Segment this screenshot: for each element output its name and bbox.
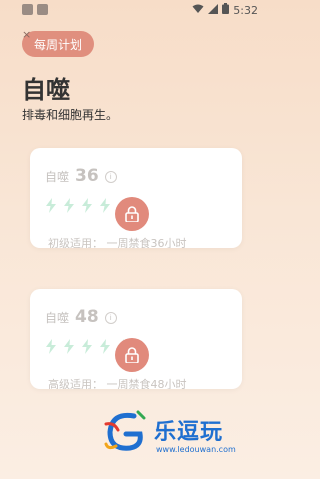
weekly-plan-button[interactable]: 每周计划 <box>22 31 95 57</box>
status-right: 5:32 <box>192 3 258 17</box>
plan-card-36[interactable]: 自噬 36 i 初级适用： 一周禁食36小时 <box>30 148 242 248</box>
status-time: 5:32 <box>233 3 258 17</box>
card-title: 自噬 48 i <box>45 307 117 327</box>
lightning-icon <box>100 339 110 354</box>
lock-icon[interactable] <box>115 338 149 372</box>
lightning-icon <box>64 339 74 354</box>
lightning-icon <box>100 198 110 213</box>
difficulty-bolts <box>45 198 111 213</box>
lightning-icon <box>46 339 56 354</box>
card-title: 自噬 36 i <box>45 166 117 186</box>
wifi-icon <box>192 4 204 17</box>
notification-icons <box>22 4 48 15</box>
watermark-logo-icon <box>104 410 146 451</box>
notification-icon <box>37 4 48 15</box>
card-hours: 36 <box>75 166 99 186</box>
card-hours: 48 <box>75 307 99 327</box>
page-subtitle: 排毒和细胞再生。 <box>22 108 119 122</box>
lightning-icon <box>82 198 92 213</box>
card-name: 自噬 <box>45 170 70 184</box>
notification-icon <box>22 4 33 15</box>
battery-icon <box>222 3 230 17</box>
plan-card-48[interactable]: 自噬 48 i 高级适用： 一周禁食48小时 <box>30 289 242 389</box>
watermark: 乐逗玩 www.ledouwan.com <box>104 402 274 462</box>
lock-icon[interactable] <box>115 197 149 231</box>
status-bar: 5:32 <box>0 0 270 20</box>
lightning-icon <box>82 339 92 354</box>
weekly-plan-label: 每周计划 <box>34 37 83 52</box>
lightning-icon <box>46 198 56 213</box>
watermark-url: www.ledouwan.com <box>156 445 236 454</box>
lightning-icon <box>64 198 74 213</box>
page-title: 自噬 <box>22 76 70 104</box>
close-icon[interactable]: × <box>22 28 31 41</box>
watermark-text: 乐逗玩 <box>154 420 224 445</box>
info-icon[interactable]: i <box>104 312 117 324</box>
card-description: 高级适用： 一周禁食48小时 <box>48 378 187 389</box>
info-icon[interactable]: i <box>104 171 117 183</box>
signal-icon <box>208 3 219 17</box>
card-description: 初级适用： 一周禁食36小时 <box>48 237 187 248</box>
card-name: 自噬 <box>45 311 70 325</box>
